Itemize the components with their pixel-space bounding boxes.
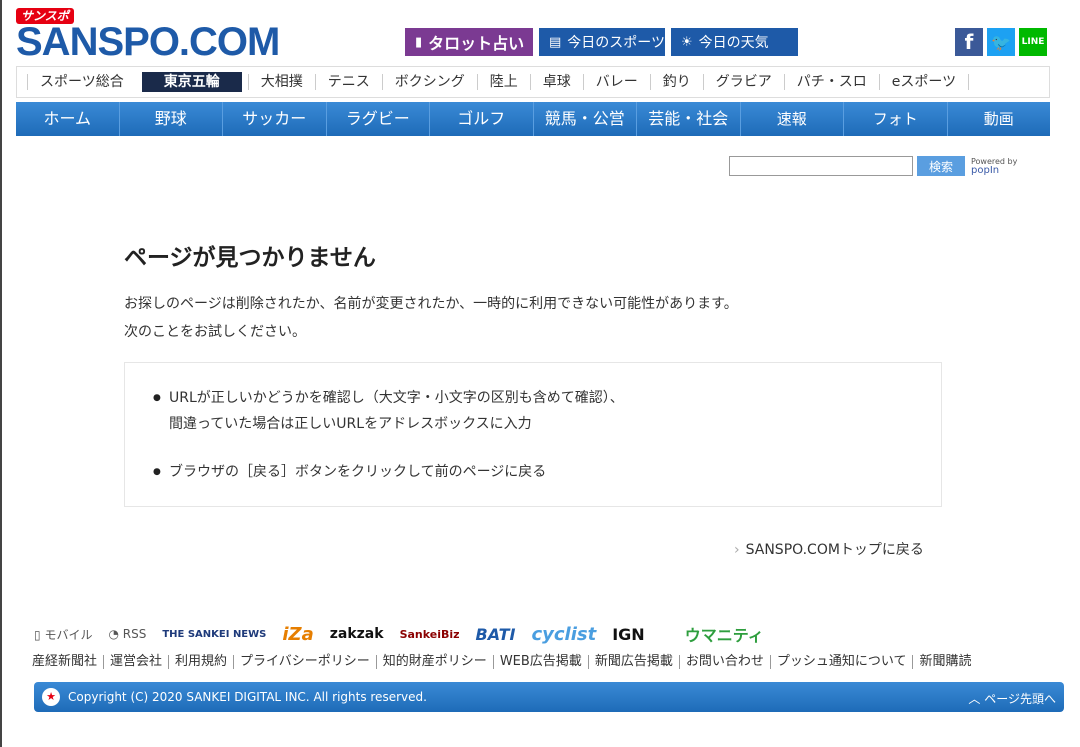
nav-soccer[interactable]: サッカー bbox=[223, 102, 327, 136]
ign-logo[interactable]: IGN bbox=[612, 625, 644, 644]
category-sumo[interactable]: 大相撲 bbox=[247, 74, 315, 90]
cyclist-logo[interactable]: cyclist bbox=[531, 624, 596, 645]
nav-breaking[interactable]: 速報 bbox=[741, 102, 844, 136]
tarot-button[interactable]: ▮ タロット占い bbox=[405, 28, 533, 56]
description-line-2: 次のことをお試しください。 bbox=[124, 324, 306, 340]
site-header: サンスポ SANSPO.COM ▮ タロット占い ▤ 今日のスポーツ ☀ 今日の… bbox=[16, 8, 1050, 62]
page-title: ページが見つかりません bbox=[124, 245, 376, 271]
copyright-text: Copyright (C) 2020 SANKEI DIGITAL INC. A… bbox=[68, 690, 427, 704]
footer-link-newspaper-ads[interactable]: 新聞広告掲載 bbox=[587, 655, 679, 669]
umaniti-logo[interactable]: ウマニティ bbox=[685, 622, 764, 646]
footer-link-web-ads[interactable]: WEB広告掲載 bbox=[492, 655, 588, 669]
facebook-icon[interactable]: f bbox=[955, 28, 983, 56]
today-weather-button[interactable]: ☀ 今日の天気 bbox=[671, 28, 798, 56]
category-table-tennis[interactable]: 卓球 bbox=[529, 74, 583, 90]
description-line-1: お探しのページは削除されたか、名前が変更されたか、一時的に利用できない可能性があ… bbox=[124, 296, 738, 312]
tip-1-line-1: URLが正しいかどうかを確認し（大文字・小文字の区別も含めて確認）、 bbox=[169, 390, 624, 406]
category-volleyball[interactable]: バレー bbox=[582, 74, 650, 90]
bati-logo[interactable]: BATI bbox=[476, 625, 516, 644]
search-input[interactable] bbox=[729, 156, 913, 176]
chevron-up-icon: ︿ bbox=[968, 692, 981, 706]
sankei-news-logo[interactable]: THE SANKEI NEWS bbox=[162, 629, 266, 640]
mobile-link[interactable]: ▯ モバイル bbox=[34, 626, 92, 643]
nav-photo[interactable]: フォト bbox=[844, 102, 948, 136]
back-to-top-label: SANSPO.COMトップに戻る bbox=[745, 542, 924, 558]
rss-label: RSS bbox=[122, 627, 147, 641]
error-description: お探しのページは削除されたか、名前が変更されたか、一時的に利用できない可能性があ… bbox=[124, 290, 738, 346]
today-sports-label: 今日のスポーツ bbox=[567, 35, 666, 51]
category-athletics[interactable]: 陸上 bbox=[476, 74, 530, 90]
rss-icon: ◔ bbox=[108, 627, 119, 641]
nav-keiba[interactable]: 競馬・公営 bbox=[534, 102, 637, 136]
sankeibiz-logo[interactable]: SankeiBiz bbox=[400, 628, 460, 641]
category-bar: スポーツ総合 東京五輪 大相撲 テニス ボクシング 陸上 卓球 バレー 釣り グ… bbox=[16, 66, 1050, 98]
page-top-link[interactable]: ︿ ページ先頭へ bbox=[968, 690, 1056, 707]
category-gravure[interactable]: グラビア bbox=[702, 74, 784, 90]
newspaper-icon: ▤ bbox=[549, 34, 562, 50]
sun-icon: ☀ bbox=[681, 34, 693, 50]
rss-link[interactable]: ◔ RSS bbox=[108, 627, 146, 641]
line-icon[interactable]: LINE bbox=[1019, 28, 1047, 56]
today-weather-label: 今日の天気 bbox=[698, 35, 769, 51]
tarot-label: タロット占い bbox=[428, 34, 525, 53]
zakzak-logo[interactable]: zakzak bbox=[330, 626, 384, 642]
today-sports-button[interactable]: ▤ 今日のスポーツ bbox=[539, 28, 665, 56]
category-esports[interactable]: eスポーツ bbox=[878, 74, 970, 90]
search-button[interactable]: 検索 bbox=[917, 156, 965, 176]
category-sports-general[interactable]: スポーツ総合 bbox=[27, 74, 136, 90]
search-bar: 検索 Powered by popIn bbox=[729, 156, 1017, 176]
sanspo-mascot-icon: ★ bbox=[42, 688, 60, 706]
footer-link-ip-policy[interactable]: 知的財産ポリシー bbox=[375, 655, 493, 669]
back-to-top-link[interactable]: › SANSPO.COMトップに戻る bbox=[734, 539, 924, 559]
footer-links: 産経新聞社 運営会社 利用規約 プライバシーポリシー 知的財産ポリシー WEB広… bbox=[32, 655, 977, 669]
nav-rugby[interactable]: ラグビー bbox=[327, 102, 430, 136]
tip-1-line-2: 間違っていた場合は正しいURLをアドレスボックスに入力 bbox=[169, 416, 532, 432]
nav-home[interactable]: ホーム bbox=[16, 102, 120, 136]
copyright-bar: ★ Copyright (C) 2020 SANKEI DIGITAL INC.… bbox=[34, 682, 1064, 712]
mobile-label: モバイル bbox=[44, 627, 93, 642]
nav-video[interactable]: 動画 bbox=[948, 102, 1051, 136]
category-boxing[interactable]: ボクシング bbox=[381, 74, 477, 90]
sanspo-logo[interactable]: SANSPO.COM bbox=[16, 22, 280, 62]
category-pachislot[interactable]: パチ・スロ bbox=[783, 74, 879, 90]
nav-entertainment[interactable]: 芸能・社会 bbox=[637, 102, 741, 136]
footer-link-contact[interactable]: お問い合わせ bbox=[678, 655, 770, 669]
chevron-right-icon: › bbox=[734, 542, 740, 558]
footer-link-terms[interactable]: 利用規約 bbox=[168, 655, 233, 669]
card-icon: ▮ bbox=[415, 34, 423, 50]
powered-by-popin: Powered by popIn bbox=[971, 157, 1017, 176]
footer-link-privacy[interactable]: プライバシーポリシー bbox=[233, 655, 376, 669]
category-tokyo-olympics[interactable]: 東京五輪 bbox=[141, 72, 242, 92]
tips-box: URLが正しいかどうかを確認し（大文字・小文字の区別も含めて確認）、 間違ってい… bbox=[124, 362, 942, 507]
category-tennis[interactable]: テニス bbox=[314, 74, 382, 90]
footer-link-push[interactable]: プッシュ通知について bbox=[769, 655, 913, 669]
footer-link-sankei[interactable]: 産経新聞社 bbox=[32, 655, 103, 669]
mobile-icon: ▯ bbox=[34, 627, 41, 642]
tip-check-url: URLが正しいかどうかを確認し（大文字・小文字の区別も含めて確認）、 間違ってい… bbox=[153, 385, 624, 437]
footer-link-company[interactable]: 運営会社 bbox=[103, 655, 168, 669]
footer-link-subscribe[interactable]: 新聞購読 bbox=[912, 655, 977, 669]
page-top-label: ページ先頭へ bbox=[984, 692, 1056, 706]
main-nav: ホーム 野球 サッカー ラグビー ゴルフ 競馬・公営 芸能・社会 速報 フォト … bbox=[16, 102, 1050, 136]
nav-golf[interactable]: ゴルフ bbox=[430, 102, 534, 136]
twitter-icon[interactable]: 🐦 bbox=[987, 28, 1015, 56]
footer-partner-logos: ▯ モバイル ◔ RSS THE SANKEI NEWS iZa zakzak … bbox=[34, 622, 864, 646]
window-frame bbox=[0, 0, 2, 747]
category-fishing[interactable]: 釣り bbox=[649, 74, 703, 90]
tip-back-button: ブラウザの［戻る］ボタンをクリックして前のページに戻る bbox=[153, 459, 546, 485]
iza-logo[interactable]: iZa bbox=[282, 624, 313, 645]
popin-logo: popIn bbox=[971, 165, 1000, 176]
nav-baseball[interactable]: 野球 bbox=[120, 102, 223, 136]
